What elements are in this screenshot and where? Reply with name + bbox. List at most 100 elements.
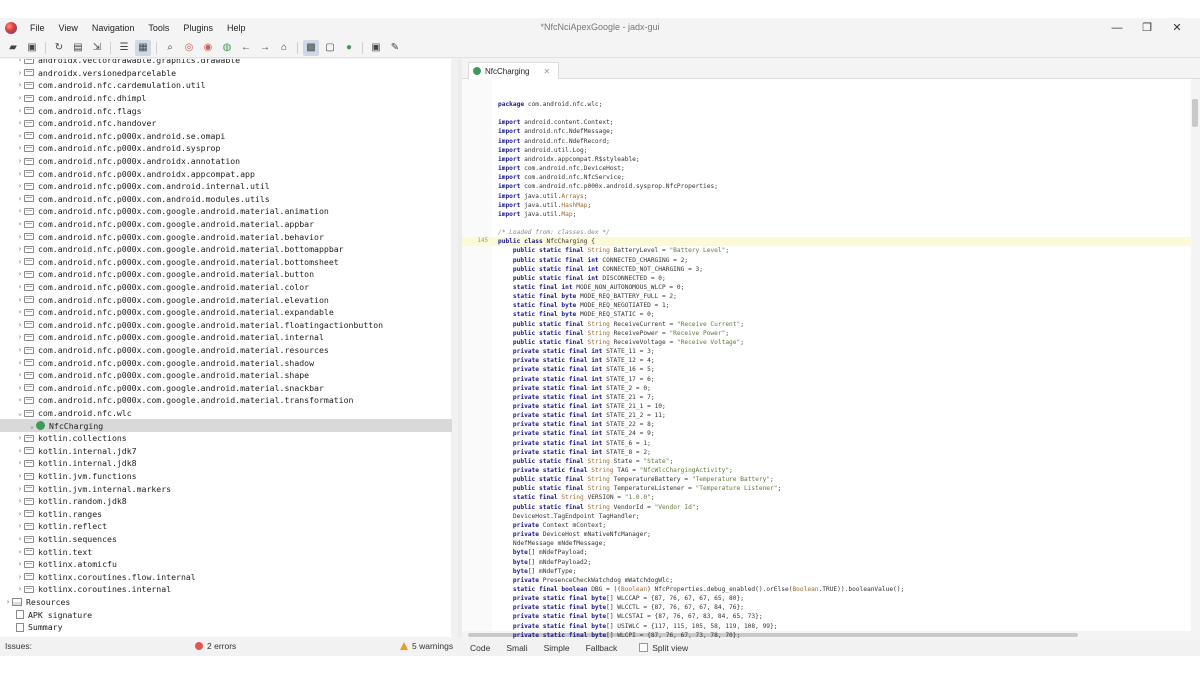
collapse-chevron-icon[interactable]: › [16, 510, 24, 518]
flatten-icon[interactable]: ☰ [116, 40, 132, 56]
tree-item[interactable]: › kotlinx.coroutines.internal [0, 583, 452, 596]
code-line[interactable]: package com.android.nfc.wlc; [462, 100, 1192, 109]
tree-scrollbar[interactable] [451, 59, 458, 637]
decompile-icon[interactable]: ● [341, 40, 357, 56]
tree-item[interactable]: › com.android.nfc.p000x.com.android.modul… [0, 193, 452, 206]
code-line[interactable]: private static final byte[] WLCCAP = {87… [462, 594, 1192, 603]
collapse-chevron-icon[interactable]: › [16, 182, 24, 190]
code-line[interactable]: import com.android.nfc.DeviceHost; [462, 164, 1192, 173]
collapse-chevron-icon[interactable]: › [16, 195, 24, 203]
tree-item[interactable]: › kotlin.jvm.internal.markers [0, 482, 452, 495]
tab-fallback[interactable]: Fallback [586, 643, 618, 653]
code-line[interactable]: private static final int STATE_11 = 3; [462, 347, 1192, 356]
collapse-chevron-icon[interactable]: › [16, 107, 24, 115]
tree-item[interactable]: › com.android.nfc.p000x.com.google.androi… [0, 268, 452, 281]
tree-item[interactable]: ⌄ com.android.nfc.wlc [0, 407, 452, 420]
settings-icon[interactable]: ✎ [387, 40, 403, 56]
tree-item[interactable]: › com.android.nfc.p000x.android.se.omapi [0, 130, 452, 143]
tree-item[interactable]: › kotlin.internal.jdk7 [0, 445, 452, 458]
code-line[interactable]: private static final String TAG = "NfcWl… [462, 466, 1192, 475]
code-line[interactable]: byte[] mNdefPayload2; [462, 558, 1192, 567]
menu-view[interactable]: View [59, 23, 78, 33]
code-line[interactable]: import androidx.appcompat.R$styleable; [462, 155, 1192, 164]
collapse-chevron-icon[interactable]: › [16, 459, 24, 467]
search-icon[interactable]: ⌕ [162, 40, 178, 56]
code-line[interactable]: import com.android.nfc.NfcService; [462, 173, 1192, 182]
home-icon[interactable]: ⌂ [276, 40, 292, 56]
code-line[interactable]: static final int MODE_NON_AUTONOMOUS_WLC… [462, 283, 1192, 292]
code-line[interactable]: static final boolean DBG = ((Boolean) Nf… [462, 585, 1192, 594]
menu-tools[interactable]: Tools [148, 23, 169, 33]
collapse-chevron-icon[interactable]: › [16, 535, 24, 543]
code-line[interactable]: static final String VERSION = "1.0.0"; [462, 493, 1192, 502]
code-line[interactable]: private static final int STATE_6 = 1; [462, 439, 1192, 448]
errors-indicator[interactable]: 2 errors [195, 641, 236, 651]
expand-chevron-icon[interactable]: ⌄ [16, 409, 24, 417]
add-file-icon[interactable]: ▣ [24, 40, 40, 56]
collapse-chevron-icon[interactable]: › [16, 548, 24, 556]
tree-item[interactable]: › kotlin.jvm.functions [0, 470, 452, 483]
sync-tree-icon[interactable]: ▦ [135, 39, 151, 56]
quark-icon[interactable]: ▩ [303, 39, 319, 56]
code-line[interactable]: static final byte MODE_REQ_NEGOTIATED = … [462, 301, 1192, 310]
collapse-chevron-icon[interactable]: › [16, 59, 24, 64]
code-line[interactable]: public static final String VendorId = "V… [462, 503, 1192, 512]
collapse-chevron-icon[interactable]: › [16, 270, 24, 278]
project-tree[interactable]: › androidx.vectordrawable.graphics.drawab… [0, 59, 458, 637]
tree-item[interactable]: › androidx.vectordrawable.graphics.drawab… [0, 59, 452, 67]
collapse-chevron-icon[interactable]: › [16, 144, 24, 152]
forward-icon[interactable]: → [257, 40, 273, 56]
tree-item[interactable]: › com.android.nfc.p000x.androidx.annotati… [0, 155, 452, 168]
collapse-chevron-icon[interactable]: › [16, 485, 24, 493]
tree-item[interactable]: › kotlin.reflect [0, 520, 452, 533]
collapse-chevron-icon[interactable]: › [16, 346, 24, 354]
tab-simple[interactable]: Simple [544, 643, 570, 653]
collapse-chevron-icon[interactable]: › [16, 308, 24, 316]
export-icon[interactable]: ⇲ [89, 40, 105, 56]
code-line[interactable]: private static final int STATE_24 = 9; [462, 429, 1192, 438]
collapse-chevron-icon[interactable]: › [16, 434, 24, 442]
split-view-label[interactable]: Split view [652, 643, 688, 653]
code-line[interactable]: private Context mContext; [462, 521, 1192, 530]
tree-item[interactable]: › com.android.nfc.p000x.com.google.androi… [0, 293, 452, 306]
code-line[interactable]: NdefMessage mNdefMessage; [462, 539, 1192, 548]
code-vertical-scroll-thumb[interactable] [1192, 99, 1198, 127]
collapse-chevron-icon[interactable]: › [16, 132, 24, 140]
collapse-chevron-icon[interactable]: › [16, 472, 24, 480]
menu-file[interactable]: File [30, 23, 45, 33]
find-usage-icon[interactable]: ◉ [200, 40, 216, 56]
collapse-chevron-icon[interactable]: › [16, 447, 24, 455]
code-line[interactable]: import android.content.Context; [462, 118, 1192, 127]
tree-item[interactable]: › com.android.nfc.flags [0, 104, 452, 117]
code-line[interactable]: import com.android.nfc.p000x.android.sys… [462, 182, 1192, 191]
tree-item[interactable]: › com.android.nfc.p000x.com.google.androi… [0, 356, 452, 369]
tree-item[interactable]: › com.android.nfc.p000x.com.google.androi… [0, 243, 452, 256]
code-line[interactable]: public static final String BatteryLevel … [462, 246, 1192, 255]
code-line[interactable]: byte[] mNdefType; [462, 567, 1192, 576]
collapse-chevron-icon[interactable]: › [16, 245, 24, 253]
collapse-chevron-icon[interactable]: › [4, 598, 12, 606]
back-icon[interactable]: ← [238, 40, 254, 56]
code-line[interactable]: private static final int STATE_21 = 7; [462, 393, 1192, 402]
code-line[interactable]: private static final int STATE_16 = 5; [462, 365, 1192, 374]
tree-item[interactable]: › com.android.nfc.p000x.com.google.androi… [0, 205, 452, 218]
tree-item[interactable]: › kotlin.ranges [0, 508, 452, 521]
menu-navigation[interactable]: Navigation [92, 23, 135, 33]
find-class-icon[interactable]: ◎ [181, 40, 197, 56]
tree-item[interactable]: › kotlin.random.jdk8 [0, 495, 452, 508]
tree-item[interactable]: › com.android.nfc.p000x.com.android.inter… [0, 180, 452, 193]
tree-item[interactable]: › kotlinx.atomicfu [0, 558, 452, 571]
collapse-chevron-icon[interactable]: › [16, 321, 24, 329]
code-line[interactable]: private static final int STATE_21_1 = 10… [462, 402, 1192, 411]
code-line[interactable]: import java.util.HashMap; [462, 201, 1192, 210]
warnings-indicator[interactable]: 5 warnings [400, 641, 453, 651]
tree-item[interactable]: › com.android.nfc.p000x.com.google.androi… [0, 256, 452, 269]
code-line[interactable]: private static final byte[] WLCCTL = {87… [462, 603, 1192, 612]
code-line[interactable]: public static final String ReceiveVoltag… [462, 338, 1192, 347]
code-line[interactable]: private static final int STATE_12 = 4; [462, 356, 1192, 365]
split-view-checkbox[interactable] [639, 643, 649, 652]
code-line[interactable]: private DeviceHost mNativeNfcManager; [462, 530, 1192, 539]
save-icon[interactable]: ▤ [70, 40, 86, 56]
collapse-chevron-icon[interactable]: › [16, 81, 24, 89]
code-line[interactable]: private static final int STATE_17 = 6; [462, 375, 1192, 384]
